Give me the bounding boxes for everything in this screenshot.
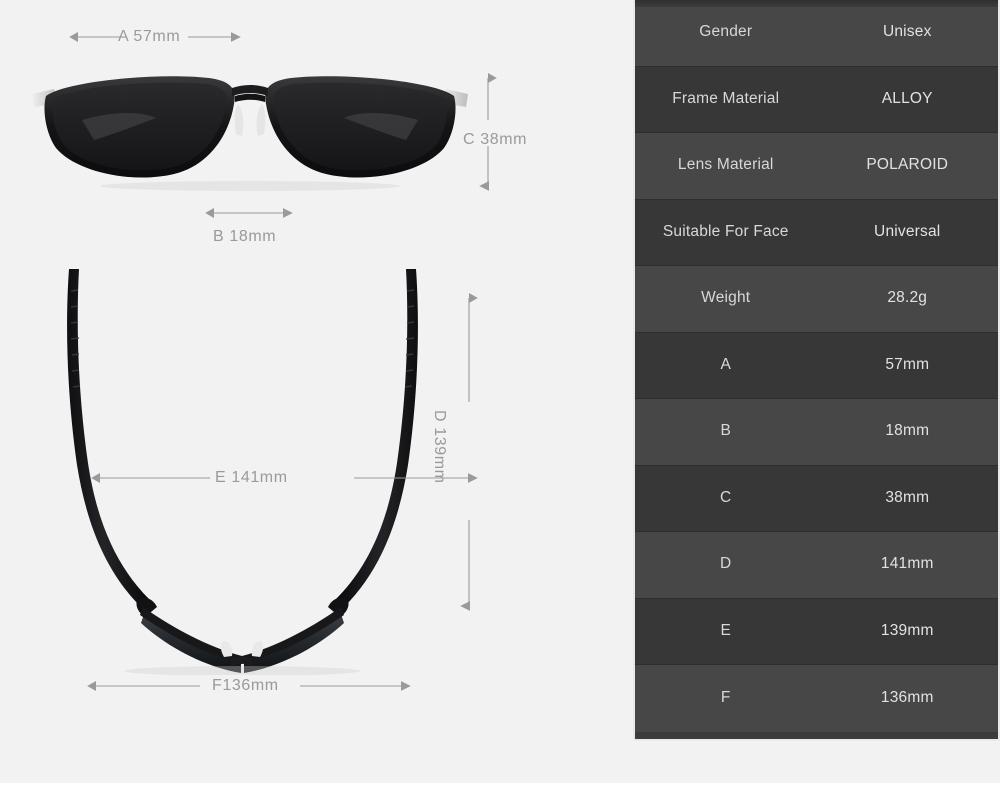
spec-key: Lens Material — [677, 156, 774, 174]
spec-key: Gender — [699, 23, 753, 41]
dimension-label-b: B 18mm — [213, 228, 277, 245]
sunglasses-front-view — [32, 76, 468, 191]
sunglasses-top-view — [67, 269, 418, 675]
table-row: Frame Material ALLOY — [635, 66, 998, 133]
spec-value: 18mm — [885, 422, 930, 440]
table-row: C 38mm — [635, 465, 998, 532]
spec-value: 136mm — [880, 688, 934, 706]
table-row: F 136mm — [635, 665, 998, 732]
spec-key: Suitable For Face — [662, 222, 789, 240]
table-row: E 139mm — [635, 598, 998, 665]
spec-value: 38mm — [885, 488, 930, 506]
spec-key: Frame Material — [672, 89, 780, 107]
spec-value: 141mm — [880, 555, 934, 573]
table-row: A 57mm — [635, 332, 998, 399]
spec-key: A — [720, 355, 732, 373]
spec-key: Weight — [701, 289, 751, 307]
spec-key: E — [720, 621, 732, 639]
diagram-panel: A 57mm C 38mm B 18mm E 141mm D 139mm F13… — [0, 0, 633, 783]
table-row: D 141mm — [635, 532, 998, 599]
table-row: Weight 28.2g — [635, 266, 998, 333]
spec-key: F — [720, 688, 731, 706]
dimension-label-e: E 141mm — [215, 469, 288, 486]
bottom-white-strip — [0, 783, 1000, 799]
dimension-label-f: F136mm — [212, 677, 279, 694]
spec-key: B — [720, 422, 732, 440]
dimension-label-a: A 57mm — [118, 28, 181, 45]
dimension-arrow-b — [205, 208, 293, 218]
spec-value: 139mm — [880, 621, 934, 639]
spec-value: 57mm — [885, 355, 930, 373]
table-row: Lens Material POLAROID — [635, 133, 998, 200]
table-row: B 18mm — [635, 399, 998, 466]
dimension-label-d: D 139mm — [431, 410, 448, 484]
spec-key: D — [720, 555, 732, 573]
table-row: Suitable For Face Universal — [635, 199, 998, 266]
spec-value: ALLOY — [881, 89, 933, 107]
spec-value: 28.2g — [887, 289, 928, 307]
spec-sheet-page: A 57mm C 38mm B 18mm E 141mm D 139mm F13… — [0, 0, 1000, 799]
specification-table: Gender Unisex Frame Material ALLOY Lens … — [633, 0, 1000, 741]
dimension-label-c: C 38mm — [463, 131, 528, 148]
spec-value: Unisex — [882, 23, 932, 41]
spec-key: C — [720, 488, 732, 506]
spec-value: POLAROID — [866, 156, 949, 174]
spec-value: Universal — [874, 222, 941, 240]
dimension-arrow-d — [460, 293, 478, 611]
table-row: Gender Unisex — [635, 0, 998, 67]
